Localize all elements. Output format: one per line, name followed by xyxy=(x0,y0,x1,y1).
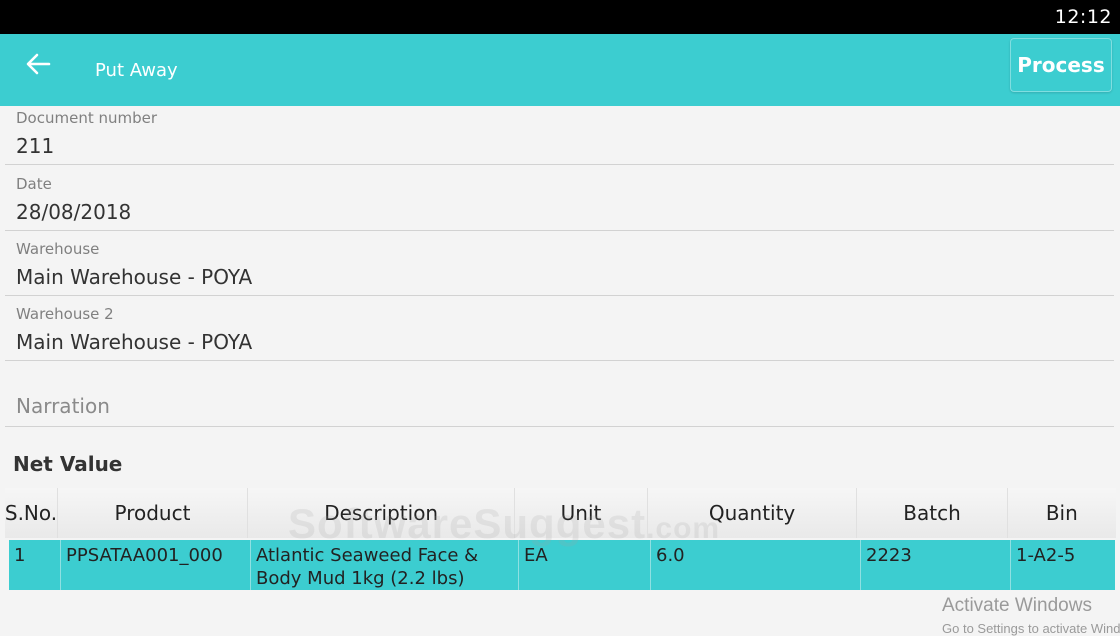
narration-input[interactable]: Narration xyxy=(16,394,110,418)
field-label: Warehouse 2 xyxy=(16,305,114,323)
field-value: 211 xyxy=(16,134,55,158)
cell-bin: 1-A2-5 xyxy=(1016,545,1076,566)
cell-quantity: 6.0 xyxy=(651,540,861,590)
cell-product: PPSATAA001_000 xyxy=(61,540,251,590)
column-header-bin: Bin xyxy=(1045,501,1078,525)
cell-description: Atlantic Seaweed Face & Body Mud 1kg (2.… xyxy=(251,540,519,590)
cell-unit: EA xyxy=(519,540,651,590)
column-header-batch: Batch xyxy=(857,488,1008,538)
field-label: Document number xyxy=(16,109,158,127)
column-header-quantity: Quantity xyxy=(648,488,858,538)
column-header-product: Product xyxy=(58,488,248,538)
document-number-field[interactable]: Document number 211 xyxy=(5,106,1114,165)
column-header-description: Description xyxy=(248,488,516,538)
net-value-label: Net Value xyxy=(13,452,123,476)
arrow-left-icon xyxy=(25,53,51,80)
table-header: S.No. Product Description Unit Quantity … xyxy=(5,488,1116,538)
narration-field[interactable]: Narration xyxy=(5,380,1114,427)
app-bar: Put Away Process xyxy=(0,34,1120,106)
column-header-unit: Unit xyxy=(515,488,648,538)
page-title: Put Away xyxy=(95,60,178,81)
field-value: 28/08/2018 xyxy=(16,200,132,224)
field-value: Main Warehouse - POYA xyxy=(16,265,253,289)
status-bar: 12:12 xyxy=(0,0,1120,34)
status-time: 12:12 xyxy=(1054,6,1112,28)
warehouse-2-field[interactable]: Warehouse 2 Main Warehouse - POYA xyxy=(5,302,1114,361)
table-row[interactable]: 1 PPSATAA001_000 Atlantic Seaweed Face &… xyxy=(9,540,1115,590)
activate-windows-subtitle: Go to Settings to activate Windows. xyxy=(942,621,1120,636)
field-label: Date xyxy=(16,175,52,193)
warehouse-field[interactable]: Warehouse Main Warehouse - POYA xyxy=(5,237,1114,296)
date-field[interactable]: Date 28/08/2018 xyxy=(5,172,1114,231)
back-button[interactable] xyxy=(18,48,58,84)
cell-sno: 1 xyxy=(9,540,61,590)
field-label: Warehouse xyxy=(16,240,100,258)
field-value: Main Warehouse - POYA xyxy=(16,330,253,354)
process-button[interactable]: Process xyxy=(1010,38,1112,92)
column-header-sno: S.No. xyxy=(5,488,58,538)
cell-batch: 2223 xyxy=(861,540,1011,590)
activate-windows-title: Activate Windows xyxy=(942,595,1092,616)
